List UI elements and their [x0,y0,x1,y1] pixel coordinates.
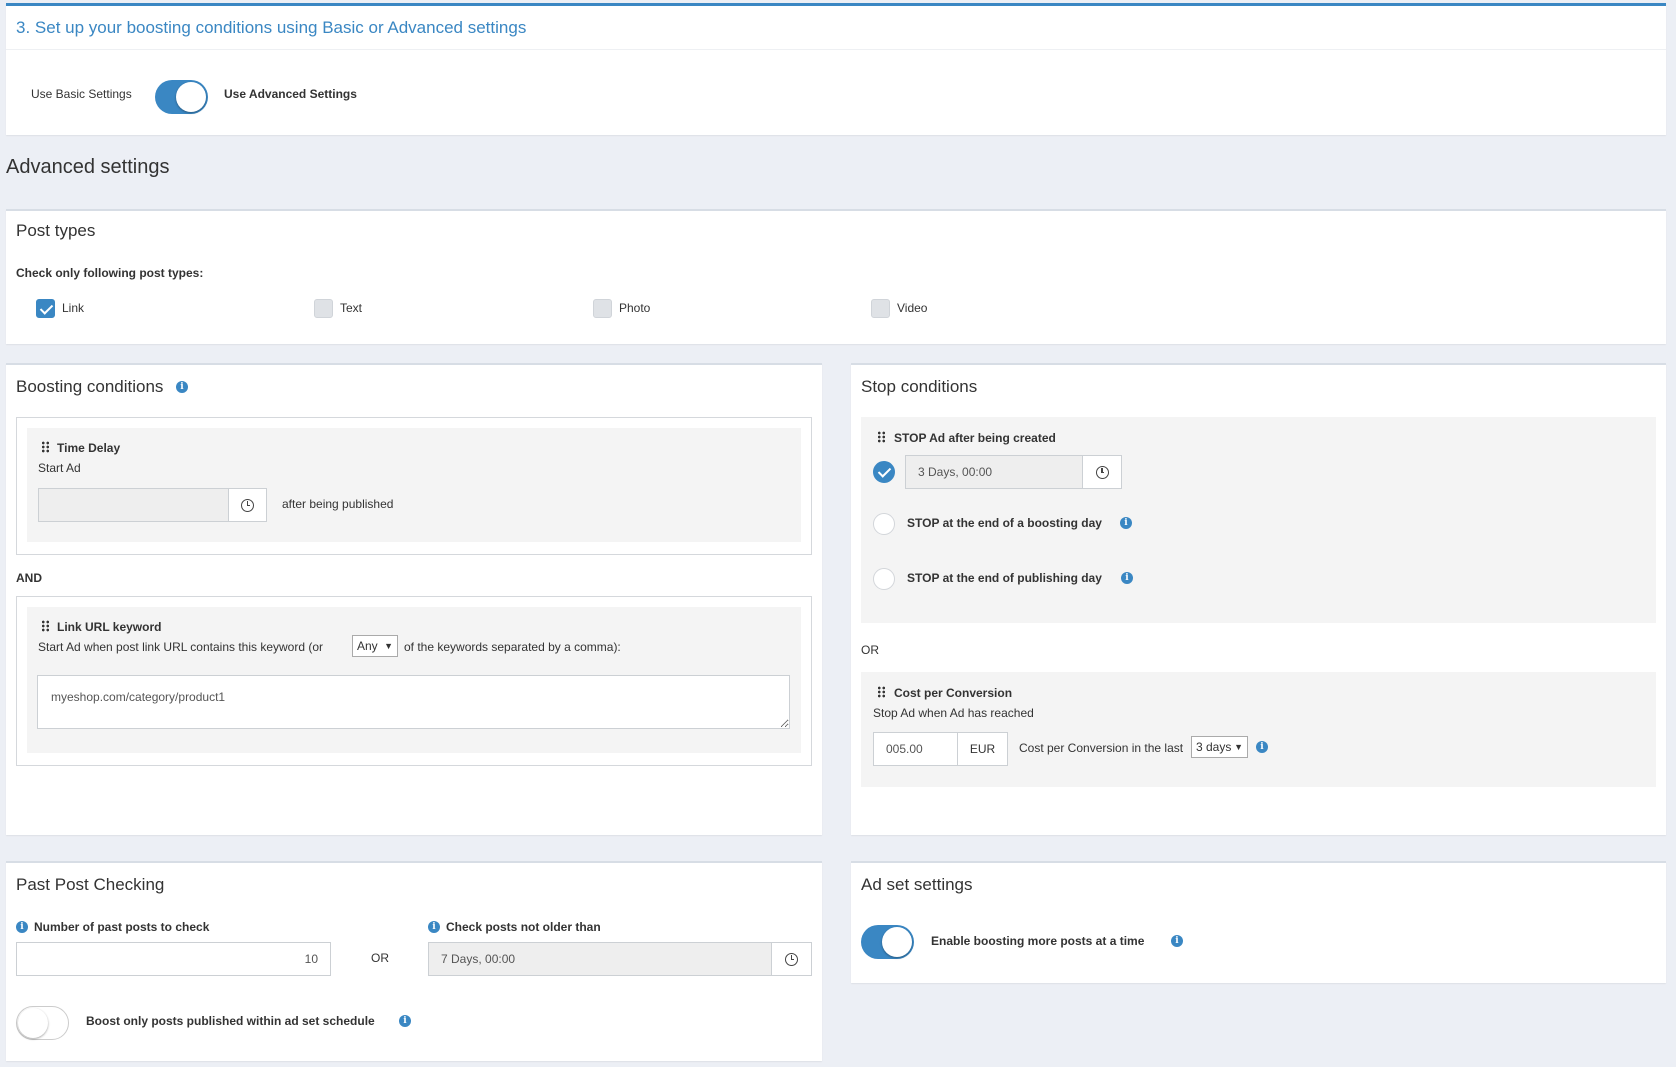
post-types-title: Post types [16,221,96,240]
stop-after-clock-button[interactable] [1082,455,1122,489]
checkbox-text-label: Text [340,301,363,315]
past-post-checking-card: Past Post Checking i Number of past post… [6,861,822,1061]
stop-after-title: STOP Ad after being created [894,431,1056,445]
boost-more-posts-toggle[interactable] [861,925,914,959]
info-icon[interactable]: i [1121,572,1133,584]
chevron-down-icon: ▼ [384,641,393,651]
info-icon[interactable]: i [176,381,188,393]
toggle-knob [882,927,912,957]
past-posts-count-value: 10 [304,952,318,966]
time-delay-panel: Time Delay Start Ad after being publishe… [27,428,801,542]
post-types-card: Post types Check only following post typ… [6,209,1666,344]
time-delay-suffix: after being published [282,497,394,511]
info-icon[interactable]: i [1256,741,1268,753]
boosting-conditions-title: Boosting conditions [16,377,164,396]
keyword-box: Link URL keyword Start Ad when post link… [16,596,812,766]
keyword-text-before: Start Ad when post link URL contains thi… [38,640,324,654]
checkbox-link[interactable] [36,299,55,318]
time-delay-input[interactable] [38,488,229,522]
info-icon[interactable]: i [399,1015,411,1027]
checkbox-photo[interactable] [593,299,612,318]
post-types-subtitle: Check only following post types: [16,266,204,280]
toggle-knob [176,82,206,112]
keyword-match-select[interactable]: Any ▼ [352,635,398,657]
keyword-panel: Link URL keyword Start Ad when post link… [27,607,801,753]
past-posts-count-label: Number of past posts to check [34,920,210,934]
boost-more-posts-label: Enable boosting more posts at a time [931,934,1145,948]
drag-handle-icon[interactable] [41,620,50,632]
settings-mode-toggle[interactable] [155,80,208,114]
time-delay-clock-button[interactable] [228,488,267,522]
posts-age-label: Check posts not older than [446,920,601,934]
cpc-currency: EUR [969,742,996,756]
schedule-only-label: Boost only posts published within ad set… [86,1014,375,1028]
and-label: AND [16,571,42,585]
cpc-period-value: 3 days [1196,740,1232,754]
step-card: 3. Set up your boosting conditions using… [6,3,1666,135]
stop-conditions-title: Stop conditions [861,377,978,396]
keyword-match-value: Any [357,639,378,653]
radio-end-publishing-day[interactable] [873,568,895,590]
stop-after-panel: STOP Ad after being created 3 Days, 00:0… [861,417,1656,623]
cpc-value-input[interactable]: 005.00 [873,732,958,766]
schedule-only-toggle[interactable] [16,1006,69,1040]
checkbox-video-label: Video [897,301,928,315]
toggle-knob [18,1008,48,1038]
keyword-text-after: of the keywords separated by a comma): [404,640,621,654]
clock-icon [1095,465,1109,479]
info-icon[interactable]: i [16,921,28,933]
end-publishing-day-label: STOP at the end of publishing day [907,571,1102,585]
checkbox-link-label: Link [62,301,85,315]
past-post-checking-title: Past Post Checking [16,875,165,894]
or-label: OR [371,951,389,965]
ad-set-settings-card: Ad set settings Enable boosting more pos… [851,861,1666,983]
or-label: OR [861,643,879,657]
chevron-down-icon: ▼ [1234,742,1243,752]
cpc-period-select[interactable]: 3 days ▼ [1191,736,1248,758]
step-title: 3. Set up your boosting conditions using… [16,18,527,37]
clock-icon [785,952,798,966]
cpc-title: Cost per Conversion [894,686,1013,700]
cpc-currency-addon: EUR [957,732,1008,766]
checkbox-text[interactable] [314,299,333,318]
clock-icon [241,498,254,512]
info-icon[interactable]: i [1171,935,1183,947]
basic-settings-label: Use Basic Settings [31,87,132,101]
posts-age-clock-button[interactable] [771,942,812,976]
stop-after-input[interactable]: 3 Days, 00:00 [905,455,1083,489]
ad-set-settings-title: Ad set settings [861,875,973,894]
checkbox-video[interactable] [871,299,890,318]
radio-stop-after-created[interactable] [873,461,895,483]
info-icon[interactable]: i [428,921,440,933]
cpc-panel: Cost per Conversion Stop Ad when Ad has … [861,672,1656,787]
past-posts-count-input[interactable]: 10 [16,942,331,976]
cpc-subtitle: Stop Ad when Ad has reached [873,706,1034,720]
info-icon[interactable]: i [1120,517,1132,529]
keyword-textarea[interactable] [37,675,790,729]
boosting-conditions-card: Boosting conditions i Time Delay Start A… [6,363,822,835]
cpc-text: Cost per Conversion in the last [1019,741,1184,755]
radio-end-boosting-day[interactable] [873,513,895,535]
time-delay-box: Time Delay Start Ad after being publishe… [16,417,812,555]
checkbox-photo-label: Photo [619,301,651,315]
drag-handle-icon[interactable] [877,686,886,698]
keyword-title: Link URL keyword [57,620,162,634]
drag-handle-icon[interactable] [41,441,50,453]
end-boosting-day-label: STOP at the end of a boosting day [907,516,1102,530]
time-delay-subtitle: Start Ad [38,461,81,475]
time-delay-title: Time Delay [57,441,121,455]
drag-handle-icon[interactable] [877,431,886,443]
divider [6,49,1666,50]
stop-conditions-card: Stop conditions STOP Ad after being crea… [851,363,1666,835]
advanced-settings-heading: Advanced settings [6,156,170,178]
advanced-settings-label: Use Advanced Settings [224,87,357,101]
posts-age-input[interactable]: 7 Days, 00:00 [428,942,772,976]
